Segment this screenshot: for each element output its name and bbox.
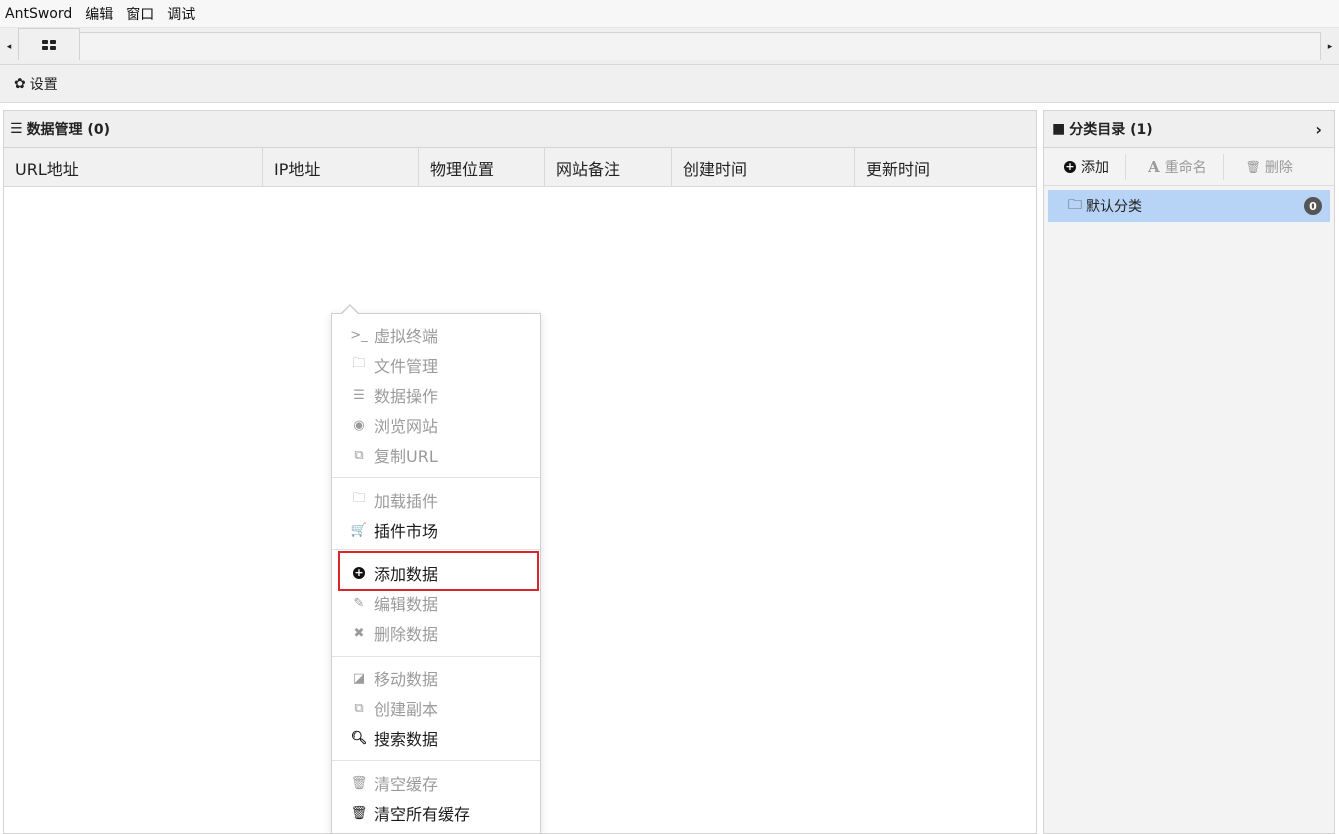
column-url[interactable]: URL地址	[4, 148, 263, 187]
menu-item-browse-site[interactable]: ◉ 浏览网站	[332, 411, 540, 439]
menu-item-label: 插件市场	[374, 522, 439, 541]
terminal-icon: >_	[350, 327, 368, 343]
category-toolbar: + 添加 A 重命名 🗑 删除	[1044, 148, 1334, 186]
font-icon: A	[1148, 157, 1160, 176]
category-panel-header: ■ 分类目录 (1) ›	[1044, 110, 1334, 148]
tab-scroll-left-icon[interactable]: ◂	[0, 28, 18, 65]
cart-icon: 🛒	[350, 522, 368, 538]
settings-label: 设置	[29, 76, 58, 93]
menu-item-label: 清空所有缓存	[374, 805, 471, 824]
column-created[interactable]: 创建时间	[672, 148, 855, 187]
trash-icon: 🗑	[1245, 159, 1261, 174]
menu-item-label: 加载插件	[374, 492, 439, 511]
menu-item-search-data[interactable]: 🔍︎ 搜索数据	[332, 724, 540, 752]
menu-item-label: 移动数据	[374, 670, 439, 689]
menu-item-label: 复制URL	[374, 447, 438, 466]
trash-icon: 🗑	[350, 805, 368, 821]
menu-bar: AntSword 编辑 窗口 调试	[0, 0, 1339, 28]
menu-divider	[332, 477, 540, 478]
menu-divider	[332, 549, 540, 550]
category-delete-button[interactable]: 🗑 删除	[1224, 148, 1303, 186]
menu-antsword[interactable]: AntSword	[5, 6, 72, 22]
menu-item-label: 清空缓存	[374, 775, 439, 794]
grid-icon	[42, 39, 56, 50]
table-header: URL地址 IP地址 物理位置 网站备注 创建时间 更新时间	[4, 148, 1036, 187]
highlight-annotation-box	[338, 551, 539, 591]
menu-debug[interactable]: 调试	[167, 4, 195, 24]
menu-item-label: 数据操作	[374, 387, 439, 406]
menu-item-edit-data[interactable]: ✎ 编辑数据	[332, 589, 540, 617]
menu-item-clear-all-cache[interactable]: 🗑 清空所有缓存	[332, 799, 540, 827]
menu-item-database[interactable]: ☰ 数据操作	[332, 381, 540, 409]
menu-item-clone[interactable]: ⧉ 创建副本	[332, 694, 540, 722]
menu-item-label: 编辑数据	[374, 595, 439, 614]
data-panel-title: 数据管理 (0)	[26, 122, 110, 138]
menu-item-plugin-market[interactable]: 🛒 插件市场	[332, 516, 540, 544]
toolbar: ✿ 设置	[0, 65, 1339, 103]
menu-item-copy-url[interactable]: ⧉ 复制URL	[332, 441, 540, 469]
database-icon: ☰	[353, 387, 365, 403]
context-menu-caret-inner	[342, 306, 358, 314]
folder-icon: 🗀	[352, 356, 366, 371]
category-panel: ■ 分类目录 (1) › + 添加 A 重命名 🗑 删除 🗀 默认分类 0	[1043, 110, 1335, 834]
category-add-label: 添加	[1081, 159, 1109, 176]
copy-icon: ⧉	[354, 447, 364, 463]
menu-item-clear-cache[interactable]: 🗑 清空缓存	[332, 769, 540, 797]
menu-divider	[332, 760, 540, 761]
category-delete-label: 删除	[1264, 159, 1293, 176]
menu-item-label: 文件管理	[374, 357, 439, 376]
tab-home[interactable]	[18, 28, 80, 60]
folder-icon: ■	[1052, 121, 1066, 137]
tab-scroll-right-icon[interactable]: ▸	[1321, 28, 1339, 65]
tab-strip	[18, 32, 1321, 60]
column-ip[interactable]: IP地址	[263, 148, 419, 187]
category-panel-title: 分类目录 (1)	[1069, 122, 1153, 138]
trash-icon: 🗑	[350, 775, 368, 791]
menu-item-label: 搜索数据	[374, 730, 439, 749]
category-item-label: 默认分类	[1086, 199, 1142, 215]
close-icon: ✖	[353, 625, 365, 641]
move-icon: ◪	[352, 670, 366, 686]
column-location[interactable]: 物理位置	[419, 148, 545, 187]
menu-item-label: 删除数据	[374, 625, 439, 644]
search-icon: 🔍︎	[350, 730, 368, 746]
tab-bar: ◂ ▸	[0, 28, 1339, 65]
plus-circle-icon: +	[1064, 159, 1076, 173]
chrome-icon: ◉	[353, 417, 365, 433]
menu-item-delete-data[interactable]: ✖ 删除数据	[332, 619, 540, 647]
menu-window[interactable]: 窗口	[126, 4, 154, 24]
menu-item-load-plugin[interactable]: 🗀 加载插件	[332, 486, 540, 514]
list-icon: ☰	[10, 121, 23, 137]
column-note[interactable]: 网站备注	[545, 148, 672, 187]
menu-item-terminal[interactable]: >_ 虚拟终端	[332, 321, 540, 349]
category-add-button[interactable]: + 添加	[1044, 148, 1125, 186]
category-count-badge: 0	[1304, 197, 1322, 215]
category-rename-button[interactable]: A 重命名	[1126, 148, 1223, 186]
folder-icon: 🗀	[352, 491, 366, 506]
menu-item-label: 创建副本	[374, 700, 439, 719]
menu-item-label: 浏览网站	[374, 417, 439, 436]
menu-item-label: 虚拟终端	[374, 327, 439, 346]
folder-icon: 🗀	[1068, 197, 1082, 213]
menu-divider	[332, 656, 540, 657]
edit-icon: ✎	[353, 595, 365, 611]
menu-item-file-manager[interactable]: 🗀 文件管理	[332, 351, 540, 379]
menu-edit[interactable]: 编辑	[85, 4, 113, 24]
copy-icon: ⧉	[354, 700, 364, 716]
category-rename-label: 重命名	[1164, 159, 1207, 176]
column-updated[interactable]: 更新时间	[855, 148, 1036, 187]
gear-icon: ✿	[14, 75, 26, 92]
menu-item-move-data[interactable]: ◪ 移动数据	[332, 664, 540, 692]
settings-button[interactable]: ✿ 设置	[14, 74, 58, 94]
data-panel-header: ☰ 数据管理 (0)	[4, 110, 1036, 148]
category-item-default[interactable]: 🗀 默认分类 0	[1048, 190, 1330, 222]
collapse-chevron-icon[interactable]: ›	[1315, 120, 1322, 139]
